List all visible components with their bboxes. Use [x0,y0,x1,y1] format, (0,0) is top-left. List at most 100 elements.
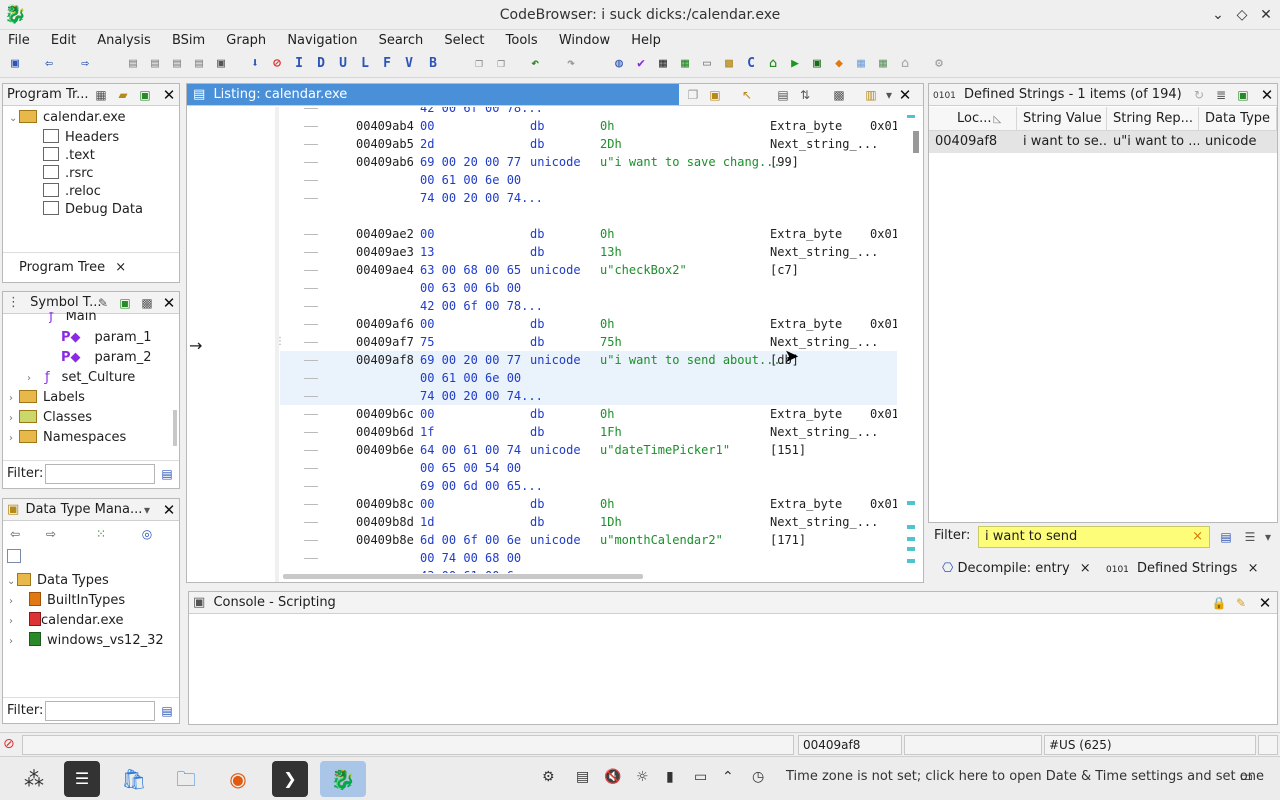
format-icon[interactable]: ▤ [775,87,791,103]
forward-icon[interactable]: ⇨ [43,526,59,542]
columns-icon[interactable]: ≣ [1213,87,1229,103]
listing-row[interactable]: 00409b6c 00 db 0h Extra_byte 0x01 [280,405,897,423]
menu-tools[interactable]: Tools [498,30,547,50]
copy-icon[interactable]: ❐ [685,87,701,103]
volume-muted-icon[interactable]: 🔇 [604,769,621,785]
l-icon[interactable]: L [356,55,374,73]
chevron-right-icon[interactable]: › [9,389,19,409]
chevron-down-icon[interactable]: ⌄ [7,572,17,592]
listing-row[interactable]: 00409ab6 69 00 20 00 77 unicode u"i want to… [280,153,897,171]
menu-help[interactable]: Help [623,30,670,50]
close-icon[interactable]: ✕ [1259,86,1275,104]
view-icon[interactable]: ▣ [137,87,153,103]
tab-defined-strings[interactable]: 0101 Defined Strings × [1106,559,1258,580]
close-window-button[interactable]: ✕ [1256,5,1276,25]
scrollbar[interactable] [173,410,177,446]
menu-search[interactable]: Search [371,30,433,50]
terminal-icon[interactable]: ❯ [272,761,308,797]
tray-message[interactable]: Time zone is not set; click here to open… [786,769,1264,784]
save-icon[interactable]: ▣ [6,55,24,73]
down-arrow-icon[interactable]: ⬇ [246,55,264,73]
listing-row[interactable]: 00409b6d 1f db 1Fh Next_string_... [280,423,897,441]
paste-icon[interactable]: ▣ [707,87,723,103]
horizontal-scrollbar[interactable] [283,574,643,579]
nav-icon[interactable]: ▤ [124,55,142,73]
tree-item-main[interactable]: ƒ Main [49,312,97,326]
column-header-string-rep[interactable]: String Rep... [1107,107,1199,131]
listing-row[interactable]: 00409af7 75 db 75h Next_string_... [280,333,897,351]
folder-icon[interactable]: ▰ [115,87,131,103]
back-icon[interactable]: ⇦ [40,55,58,73]
tree-root[interactable]: ⌄ calendar.exe [9,108,126,128]
layout-icon[interactable]: ▥ [863,87,879,103]
store-icon[interactable]: 🛍 [116,761,152,797]
b-icon[interactable]: B [424,55,442,73]
tool-icon[interactable]: ▦ [852,55,870,73]
listing-row[interactable]: 00409b8d 1d db 1Dh Next_string_... [280,513,897,531]
listing-row[interactable]: 43 00 61 00 6c... [280,567,897,573]
filter-options-icon[interactable]: ▤ [159,466,175,482]
globe-icon[interactable]: ◍ [610,55,628,73]
nav-icon[interactable]: ▤ [168,55,186,73]
listing-row[interactable]: 42 00 6f 00 78... [280,297,897,315]
tree-item[interactable]: .reloc [43,182,101,202]
menu-file[interactable]: File [0,30,39,50]
tool-icon[interactable]: ⚙ [930,55,948,73]
app-launcher-icon[interactable]: ⁂ [16,761,52,797]
tree-item[interactable]: Headers [43,128,119,148]
stop-icon[interactable]: ⊘ [268,55,286,73]
redo-icon[interactable]: ↷ [562,55,580,73]
settings-app-icon[interactable]: ☰ [64,761,100,797]
listing-row[interactable]: 00 65 00 54 00 [280,459,897,477]
cell-string-value[interactable]: i want to se... [1017,131,1107,153]
strings-filter-input[interactable]: i want to send × [978,526,1210,548]
filter-options-icon[interactable]: ▤ [159,703,175,719]
v-icon[interactable]: V [400,55,418,73]
view-icon[interactable]: ▣ [1235,87,1251,103]
tool-icon[interactable]: ▦ [654,55,672,73]
listing-row[interactable]: 00409ab4 00 db 0h Extra_byte 0x01 [280,117,897,135]
nav-icon[interactable]: ▤ [146,55,164,73]
menu-select[interactable]: Select [436,30,493,50]
listing-row[interactable]: 00409ae4 63 00 68 00 65 unicode u"checkBox2… [280,261,897,279]
collapse-all-icon[interactable] [7,549,21,563]
tree-root-data-types[interactable]: ⌄ Data Types [7,571,109,591]
lock-icon[interactable]: 🔒 [1211,595,1227,611]
nav-icon[interactable]: ▣ [212,55,230,73]
back-icon[interactable]: ⇦ [7,526,23,542]
tree-item-namespaces[interactable]: › Namespaces [9,428,126,448]
menu-analysis[interactable]: Analysis [89,30,160,50]
close-tab-icon[interactable]: × [1080,561,1091,576]
show-desktop-icon[interactable]: ▭ [1240,769,1253,785]
file-manager-icon[interactable]: 🗀 [168,761,204,797]
tree-item-function[interactable]: › ƒ set_Culture [27,368,135,388]
chevron-right-icon[interactable]: › [9,612,19,632]
clock-icon[interactable]: ◷ [752,769,764,785]
column-header-data-type[interactable]: Data Type [1199,107,1277,131]
tool-icon[interactable]: ▣ [808,55,826,73]
listing-row[interactable] [280,207,897,225]
chevron-down-icon[interactable]: ⌄ [9,109,19,129]
close-icon[interactable]: ✕ [161,86,177,104]
listing-row[interactable]: 74 00 20 00 74... [280,387,897,405]
listing-row[interactable]: 00409ab5 2d db 2Dh Next_string_... [280,135,897,153]
chevron-right-icon[interactable]: › [9,632,19,652]
tab-decompile[interactable]: ⎔ Decompile: entry × [942,559,1091,579]
close-tab-icon[interactable]: × [115,260,126,275]
tab-program-tree[interactable]: Program Tree × [19,258,126,278]
listing-row[interactable]: 69 00 6d 00 65... [280,477,897,495]
nav-icon[interactable]: ▤ [190,55,208,73]
ghidra-task-icon[interactable]: 🐉 [320,761,366,797]
tool-icon[interactable]: ⌂ [896,55,914,73]
cell-data-type[interactable]: unicode [1199,131,1277,153]
chevron-right-icon[interactable]: › [9,592,19,612]
undo-icon[interactable]: ↶ [526,55,544,73]
sort-icon[interactable]: ⁙ [93,526,109,542]
f-icon[interactable]: F [378,55,396,73]
minimize-button[interactable]: ⌄ [1208,5,1228,25]
menu-graph[interactable]: Graph [218,30,275,50]
tree-item-param[interactable]: P◆ param_2 [61,348,152,368]
tree-icon[interactable]: ▦ [93,87,109,103]
snapshot-icon[interactable]: ▩ [139,295,155,311]
copy-icon[interactable]: ❐ [470,55,488,73]
